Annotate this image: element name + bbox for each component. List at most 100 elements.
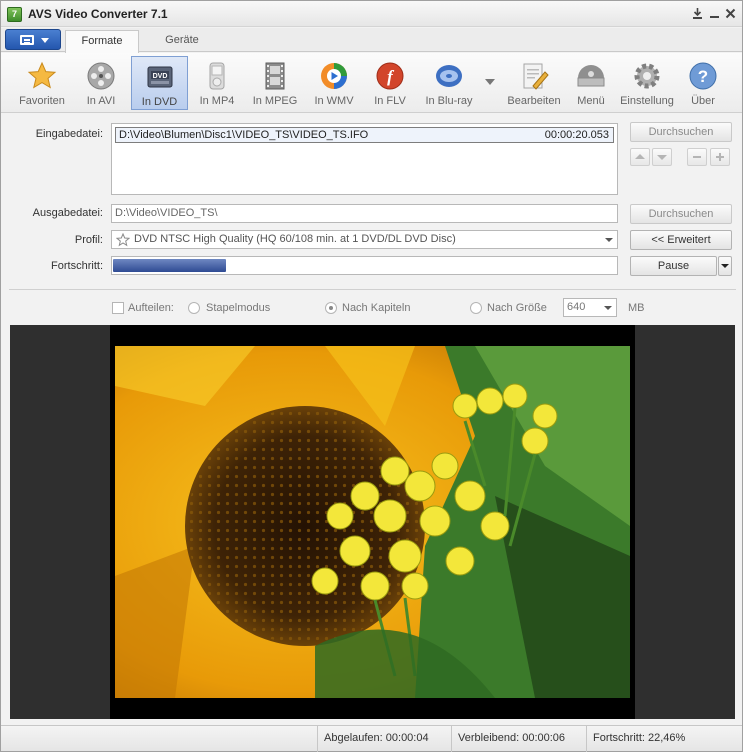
plus-icon [716,153,724,161]
svg-text:DVD: DVD [152,73,167,80]
menue-button[interactable]: Menü [567,56,615,110]
size-unit-label: MB [628,302,645,314]
in-avi-button[interactable]: In AVI [73,56,129,110]
profile-select[interactable]: DVD NTSC High Quality (HQ 60/108 min. at… [111,230,618,249]
split-checkbox[interactable] [112,302,124,314]
dvd-icon: DVD [147,66,172,88]
profile-value: DVD NTSC High Quality (HQ 60/108 min. at… [134,233,456,245]
chevron-down-icon [605,238,613,242]
avs-app-icon[interactable]: 7 [7,7,22,22]
window-title: AVS Video Converter 7.1 [28,7,168,21]
arrow-down-icon [657,155,667,160]
film-strip-icon [265,62,285,90]
advanced-button[interactable]: << Erweitert [630,230,732,250]
chevron-down-icon [41,38,49,43]
video-preview [10,325,735,719]
in-dvd-button[interactable]: DVD In DVD [131,56,188,110]
in-dvd-label: In DVD [141,96,178,108]
by-size-label: Nach Größe [487,302,547,314]
in-blu-ray-label: In Blu-ray [425,95,473,107]
chevron-down-icon [721,264,729,268]
star-icon [27,61,57,89]
in-avi-label: In AVI [86,95,116,107]
video-frame [110,325,635,719]
input-file-row[interactable]: D:\Video\Blumen\Disc1\VIDEO_TS\VIDEO_TS.… [115,127,614,143]
minimize-icon[interactable] [708,7,721,20]
film-reel-icon [87,62,115,90]
profile-label: Profil: [74,234,103,246]
batch-mode-radio[interactable] [188,302,200,314]
input-file-label: Eingabedatei: [35,128,103,140]
einstellung-label: Einstellung [620,95,674,107]
bearbeiten-label: Bearbeiten [507,95,561,107]
main-menu-button[interactable] [5,29,61,50]
in-mpeg-button[interactable]: In MPEG [246,56,304,110]
by-chapters-label: Nach Kapiteln [342,302,411,314]
ueber-label: Über [691,95,715,107]
output-file-label: Ausgabedatei: [32,207,103,219]
elapsed-time: Abgelaufen: 00:00:04 [317,726,449,752]
more-formats-chevron-icon[interactable] [485,79,495,85]
wmv-icon [321,63,347,89]
format-toolbar: Favoriten In AVI DVD In DVD In MP4 In MP… [1,53,742,113]
input-file-path: D:\Video\Blumen\Disc1\VIDEO_TS\VIDEO_TS.… [119,129,369,141]
ueber-button[interactable]: ? Über [679,56,727,110]
title-bar: 7 AVS Video Converter 7.1 [1,1,742,27]
mp4-player-icon [209,62,225,90]
bearbeiten-button[interactable]: Bearbeiten [503,56,565,110]
in-blu-ray-button[interactable]: In Blu-ray [418,56,480,110]
progress-bar [111,256,618,275]
tab-formate[interactable]: Formate [65,30,139,53]
move-down-button[interactable] [652,148,672,166]
tab-geraete[interactable]: Geräte [143,30,221,52]
size-value: 640 [567,301,586,313]
move-up-button[interactable] [630,148,650,166]
pause-button[interactable]: Pause [630,256,717,276]
chevron-down-icon [604,306,612,310]
video-frame-image [115,346,630,698]
status-bar: Abgelaufen: 00:00:04 Verbleibend: 00:00:… [1,725,742,752]
progress-bar-fill [113,259,226,272]
favoriten-button[interactable]: Favoriten [13,56,71,110]
flash-icon: f [376,62,404,90]
in-mp4-label: In MP4 [199,95,235,107]
status-progress: Fortschritt: 22,46% [586,726,742,752]
in-flv-label: In FLV [374,95,406,107]
batch-mode-label: Stapelmodus [206,302,271,314]
einstellung-button[interactable]: Einstellung [617,56,677,110]
in-mpeg-label: In MPEG [252,95,298,107]
input-file-list[interactable]: D:\Video\Blumen\Disc1\VIDEO_TS\VIDEO_TS.… [111,123,618,195]
help-icon: ? [689,62,717,90]
output-browse-button[interactable]: Durchsuchen [630,204,732,224]
pause-options-button[interactable] [718,256,732,276]
in-flv-button[interactable]: f In FLV [364,56,416,110]
gear-icon [634,63,660,89]
app-window: 7 AVS Video Converter 7.1 Formate Geräte… [0,0,743,752]
minus-icon [693,156,701,158]
remove-file-button[interactable] [687,148,707,166]
star-outline-icon [116,233,130,247]
output-file-field[interactable]: D:\Video\VIDEO_TS\ [111,204,618,223]
size-select[interactable]: 640 [563,298,617,317]
arrow-up-icon [635,154,645,159]
download-icon[interactable] [691,7,704,20]
in-wmv-label: In WMV [314,95,354,107]
in-mp4-button[interactable]: In MP4 [190,56,244,110]
disc-menu-icon [577,65,605,87]
close-icon[interactable] [724,7,737,20]
split-label: Aufteilen: [128,302,174,314]
by-size-radio[interactable] [470,302,482,314]
blu-ray-icon [436,65,462,87]
section-divider [9,289,736,290]
input-browse-button[interactable]: Durchsuchen [630,122,732,142]
in-wmv-button[interactable]: In WMV [306,56,362,110]
tab-strip: Formate Geräte [1,28,742,53]
input-file-duration: 00:00:20.053 [544,129,609,141]
remaining-time: Verbleibend: 00:00:06 [451,726,584,752]
menue-label: Menü [577,95,605,107]
edit-icon [523,63,549,90]
svg-text:?: ? [698,67,708,86]
add-file-button[interactable] [710,148,730,166]
favoriten-label: Favoriten [19,95,65,107]
by-chapters-radio[interactable] [325,302,337,314]
